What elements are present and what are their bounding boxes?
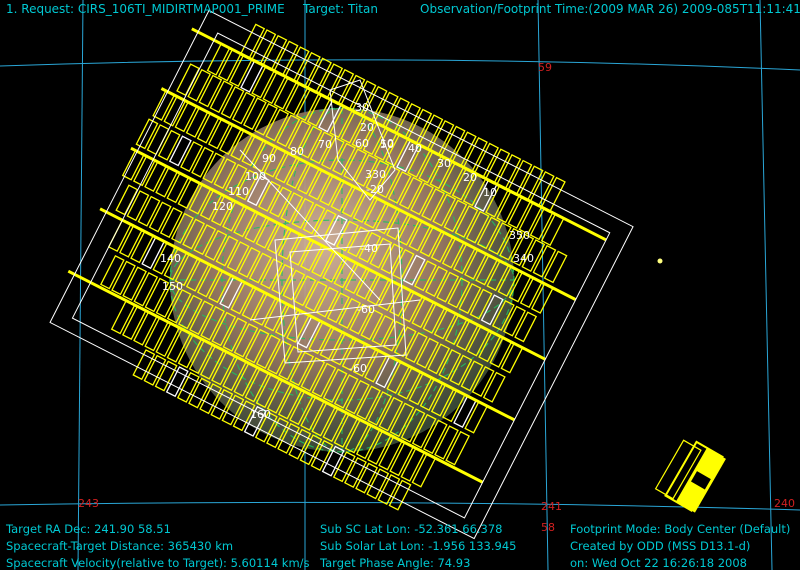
body-label-lon-330: 330: [365, 168, 386, 181]
footprint-plot[interactable]: [0, 0, 800, 570]
request-label: 1. Request: CIRS_106TI_MIDIRTMAP001_PRIM…: [6, 2, 285, 16]
footprint-cell: [196, 112, 220, 144]
body-label-lon-140: 140: [160, 252, 181, 265]
body-label-lon-70: 70: [318, 138, 332, 151]
footprint-cell: [135, 118, 159, 150]
sub-sc-lat-lon: Sub SC Lat Lon: -52.361 66.378: [320, 522, 503, 536]
body-label-lat-neg60: -60: [357, 303, 375, 316]
created-by: Created by ODD (MSS D13.1-d): [570, 539, 751, 553]
footprint-cell: [251, 65, 276, 99]
footprint-cell: [482, 371, 506, 403]
spacecraft-distance: Spacecraft-Target Distance: 365430 km: [6, 539, 234, 553]
footprint-mode: Footprint Mode: Body Center (Default): [570, 522, 791, 536]
body-label-lon-150: 150: [162, 280, 183, 293]
footprint-cell: [152, 89, 176, 121]
footprint-cell: [185, 106, 209, 138]
footprint-cell: [144, 160, 168, 192]
body-label-lon-50: 50: [380, 138, 394, 151]
footprint-cell: [464, 400, 489, 434]
footprint-cell: [209, 80, 234, 114]
footprint-cell: [532, 244, 557, 278]
footprint-cell: [126, 190, 150, 222]
footprint-cell: [284, 82, 309, 116]
footprint-cell: [132, 155, 156, 187]
footprint-cell: [166, 172, 190, 204]
body-label-lon-110: 110: [228, 185, 249, 198]
footprint-cell: [168, 135, 192, 167]
footprint-cell: [228, 54, 253, 88]
footprint-cell: [217, 48, 242, 82]
footprint-cell: [137, 195, 161, 227]
footprint-cell: [507, 196, 532, 229]
footprint-cell: [180, 141, 203, 173]
footprint-cell: [530, 282, 554, 314]
target-label: Target: Titan: [303, 2, 378, 16]
footprint-cell: [240, 59, 264, 93]
body-label-lon-40: 40: [408, 142, 422, 155]
ra-line-240: [759, 0, 773, 570]
footprint-cell: [519, 277, 543, 309]
body-label-lat-20: 20: [360, 121, 374, 134]
grid-label-ra-241: 241: [541, 500, 562, 513]
footprint-cell: [155, 166, 179, 198]
ra-line-243: [77, 0, 84, 570]
footprint-cell: [163, 95, 187, 127]
star-point: [657, 258, 663, 264]
body-label-lon-20: 20: [463, 171, 477, 184]
footprint-cell: [273, 76, 298, 110]
detached-footprint: [654, 439, 726, 513]
body-label-lon-160: 160: [250, 408, 271, 421]
footprint-cell: [157, 129, 181, 161]
body-label-lat-neg20: -20: [366, 183, 384, 196]
footprint-cell: [207, 118, 231, 150]
footprint-cell: [262, 71, 287, 105]
body-label-lon-340: 340: [513, 252, 534, 265]
footprint-cell: [242, 97, 267, 131]
target-ra-dec: Target RA Dec: 241.90 58.51: [6, 522, 171, 536]
footprint-cell: [174, 101, 198, 133]
body-label-lat-neg40: -40: [360, 242, 378, 255]
sub-solar-lat-lon: Sub Solar Lat Lon: -1.956 133.945: [320, 539, 517, 553]
body-label-lon-350: 350: [509, 229, 530, 242]
body-label-lon-120: 120: [212, 200, 233, 213]
spacecraft-velocity: Spacecraft Velocity(relative to Target):…: [6, 556, 310, 570]
info-right: Footprint Mode: Body Center (Default) Cr…: [570, 521, 790, 570]
info-left: Target RA Dec: 241.90 58.51 Spacecraft-T…: [6, 521, 310, 570]
grid-label-dec-59: 59: [538, 61, 552, 74]
grid-label-ra-243: 243: [78, 497, 99, 510]
grid-label-dec-58: 58: [541, 521, 555, 534]
footprint-cell: [543, 250, 568, 284]
body-label-lon-30: 30: [437, 157, 451, 170]
body-label-lat-neg60b: -60: [349, 362, 367, 375]
footprint-cell: [500, 342, 524, 374]
footprint-cell: [119, 224, 143, 258]
body-label-lon-80: 80: [290, 145, 304, 158]
body-label-lon-100: 100: [245, 170, 266, 183]
footprint-cell: [121, 149, 145, 181]
body-label-lon-60: 60: [355, 137, 369, 150]
body-label-lon-90: 90: [262, 152, 276, 165]
info-middle: Sub SC Lat Lon: -52.361 66.378 Sub Solar…: [320, 521, 516, 570]
footprint-cell: [206, 42, 231, 76]
body-label-lon-10: 10: [483, 186, 497, 199]
observation-time: Observation/Footprint Time:(2009 MAR 26)…: [420, 2, 800, 16]
phase-angle: Target Phase Angle: 74.93: [320, 556, 471, 570]
footprint-cell: [130, 230, 154, 264]
body-label-lat-30: 30: [355, 101, 369, 114]
footprint-cell: [115, 184, 139, 216]
footprint-cell: [148, 201, 172, 233]
footprint-viewer: 1. Request: CIRS_106TI_MIDIRTMAP001_PRIM…: [0, 0, 800, 570]
footprint-cell: [198, 74, 223, 108]
grid-label-ra-240: 240: [774, 497, 795, 510]
created-date: on: Wed Oct 22 16:26:18 2008: [570, 556, 747, 570]
dec-line-59: [0, 59, 800, 71]
footprint-cell: [231, 91, 256, 125]
footprint-cell: [540, 213, 565, 246]
footprint-cell: [220, 85, 245, 119]
footprint-cell: [514, 311, 538, 343]
